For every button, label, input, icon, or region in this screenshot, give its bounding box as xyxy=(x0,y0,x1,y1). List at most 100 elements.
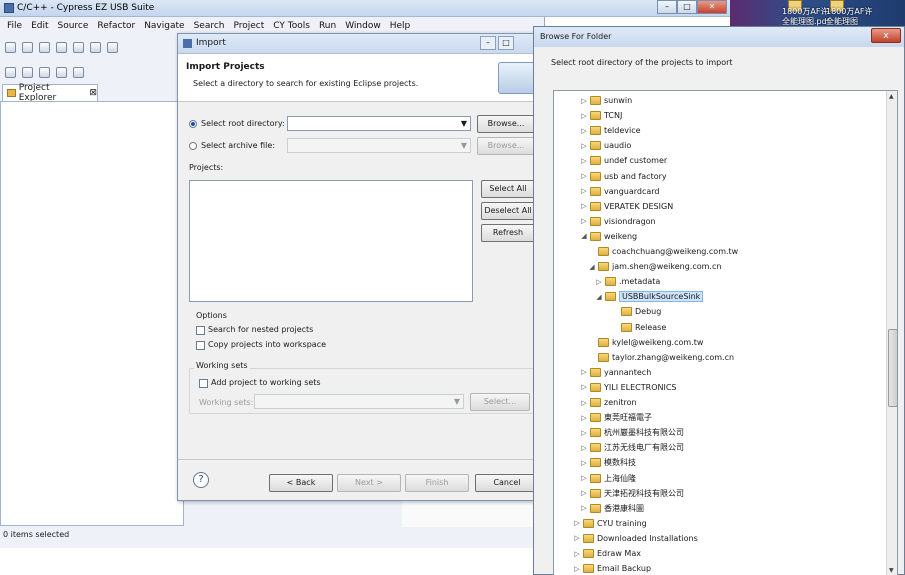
tab-project-explorer[interactable]: Project Explorer ⊠ xyxy=(2,83,98,103)
tree-folder-row[interactable]: ▷ uaudio xyxy=(581,138,631,153)
tree-folder-row[interactable]: Debug xyxy=(612,304,661,319)
root-directory-radio[interactable] xyxy=(189,120,197,128)
menu-cy-tools[interactable]: CY Tools xyxy=(273,21,310,31)
root-directory-combo[interactable]: ▼ xyxy=(287,116,471,131)
browse-archive-button[interactable]: Browse... xyxy=(477,137,535,155)
new-icon[interactable] xyxy=(5,41,16,53)
menu-navigate[interactable]: Navigate xyxy=(144,21,184,31)
menu-file[interactable]: File xyxy=(7,21,22,31)
menu-search[interactable]: Search xyxy=(194,21,225,31)
previous-annotation-icon[interactable] xyxy=(22,66,33,78)
tree-folder-row[interactable]: ▷ CYU training xyxy=(574,516,647,531)
tree-folder-row[interactable]: ▷ TCNJ xyxy=(581,108,622,123)
expand-icon[interactable]: ▷ xyxy=(581,112,587,120)
tree-folder-row[interactable]: ▷ sunwin xyxy=(581,93,632,108)
tree-folder-row[interactable]: ▷ visiondragon xyxy=(581,214,656,229)
expand-icon[interactable]: ▷ xyxy=(581,127,587,135)
select-all-button[interactable]: Select All xyxy=(481,180,535,198)
expand-icon[interactable]: ▷ xyxy=(574,565,580,573)
tree-folder-row[interactable]: kylel@weikeng.com.tw xyxy=(589,335,703,350)
add-to-working-sets-checkbox[interactable] xyxy=(199,379,208,388)
tree-folder-row[interactable]: ▷ undef customer xyxy=(581,153,667,168)
next-button[interactable]: Next > xyxy=(337,474,401,492)
tab-close-icon[interactable]: ⊠ xyxy=(89,88,97,98)
expand-icon[interactable]: ▷ xyxy=(574,519,580,527)
expand-icon[interactable]: ▷ xyxy=(581,157,587,165)
save-all-icon[interactable] xyxy=(39,41,50,53)
tree-folder-row[interactable]: ◢ weikeng xyxy=(581,229,637,244)
browse-close-button[interactable]: x xyxy=(871,28,901,43)
collapse-icon[interactable]: ◢ xyxy=(589,263,595,271)
tree-folder-row[interactable]: ▷ Email Backup xyxy=(574,561,651,575)
back-button[interactable]: < Back xyxy=(269,474,333,492)
finish-button[interactable]: Finish xyxy=(405,474,469,492)
tree-folder-row[interactable]: ▷ Edraw Max xyxy=(574,546,641,561)
tree-folder-row[interactable]: ▷ Downloaded Installations xyxy=(574,531,698,546)
expand-icon[interactable]: ▷ xyxy=(596,278,602,286)
tree-folder-row[interactable]: ▷ 杭州巖墨科技有限公司 xyxy=(581,425,684,440)
menu-run[interactable]: Run xyxy=(319,21,336,31)
folder-tree[interactable]: ▲ ▼ ▷ sunwin ▷ TCNJ ▷ teldevice ▷ uaudio ▷ undef … xyxy=(553,90,898,575)
pin-editor-icon[interactable] xyxy=(73,66,84,78)
expand-icon[interactable]: ▷ xyxy=(574,534,580,542)
tree-folder-row[interactable]: ◢ jam.shen@weikeng.com.cn xyxy=(589,259,721,274)
close-button[interactable]: ✕ xyxy=(697,0,727,14)
tree-folder-row[interactable]: ▷ zenitron xyxy=(581,395,637,410)
tree-folder-row[interactable]: ▷ 江苏无线电厂有限公司 xyxy=(581,440,684,455)
debug-icon[interactable] xyxy=(90,41,101,53)
tree-folder-row[interactable]: ▷ vanguardcard xyxy=(581,184,660,199)
select-working-sets-button[interactable]: Select... xyxy=(470,393,530,411)
expand-icon[interactable]: ▷ xyxy=(581,429,587,437)
project-explorer-tree[interactable] xyxy=(0,101,184,526)
cancel-button[interactable]: Cancel xyxy=(475,474,539,492)
expand-icon[interactable]: ▷ xyxy=(581,474,587,482)
import-maximize-button[interactable]: □ xyxy=(498,36,514,50)
working-sets-combo[interactable]: ▼ xyxy=(254,394,464,409)
collapse-icon[interactable]: ◢ xyxy=(596,293,602,301)
browse-root-button[interactable]: Browse... xyxy=(477,115,535,133)
refresh-button[interactable]: Refresh xyxy=(481,224,535,242)
tree-folder-row[interactable]: ▷ YILI ELECTRONICS xyxy=(581,380,677,395)
scrollbar-thumb[interactable] xyxy=(888,329,897,407)
deselect-all-button[interactable]: Deselect All xyxy=(481,202,535,220)
menu-project[interactable]: Project xyxy=(233,21,264,31)
tree-folder-row[interactable]: ▷ 香港康科圖 xyxy=(581,501,644,516)
expand-icon[interactable]: ▷ xyxy=(581,383,587,391)
scroll-up-icon[interactable]: ▲ xyxy=(889,93,894,100)
tree-folder-row[interactable]: ▷ 上海仙隆 xyxy=(581,471,636,486)
browse-titlebar[interactable]: Browse For Folder x xyxy=(534,27,904,47)
menu-help[interactable]: Help xyxy=(390,21,411,31)
menu-window[interactable]: Window xyxy=(345,21,381,31)
tree-folder-row[interactable]: ▷ 天津拓视科技有限公司 xyxy=(581,486,684,501)
expand-icon[interactable]: ▷ xyxy=(581,142,587,150)
menu-source[interactable]: Source xyxy=(58,21,89,31)
tree-folder-row[interactable]: ▷ 模数科技 xyxy=(581,455,636,470)
expand-icon[interactable]: ▷ xyxy=(574,550,580,558)
expand-icon[interactable]: ▷ xyxy=(581,459,587,467)
print-icon[interactable] xyxy=(56,41,67,53)
tree-folder-row[interactable]: ▷ yannantech xyxy=(581,365,651,380)
tree-folder-row[interactable]: ▷ 東莞旺福電子 xyxy=(581,410,652,425)
expand-icon[interactable]: ▷ xyxy=(581,489,587,497)
tree-folder-row[interactable]: ▷ teldevice xyxy=(581,123,641,138)
copy-projects-checkbox[interactable] xyxy=(196,341,205,350)
tree-folder-row[interactable]: ▷ VERATEK DESIGN xyxy=(581,199,673,214)
eclipse-titlebar[interactable]: C/C++ - Cypress EZ USB Suite – □ ✕ xyxy=(0,0,730,17)
save-icon[interactable] xyxy=(22,41,33,53)
menu-edit[interactable]: Edit xyxy=(31,21,48,31)
tree-folder-row[interactable]: coachchuang@weikeng.com.tw xyxy=(589,244,738,259)
expand-icon[interactable]: ▷ xyxy=(581,504,587,512)
build-icon[interactable] xyxy=(73,41,84,53)
tree-folder-row[interactable]: ▷ .metadata xyxy=(596,274,660,289)
collapse-icon[interactable]: ◢ xyxy=(581,232,587,240)
tree-folder-row[interactable]: taylor.zhang@weikeng.com.cn xyxy=(589,350,734,365)
scroll-down-icon[interactable]: ▼ xyxy=(889,567,894,574)
import-titlebar[interactable]: Import – □ xyxy=(178,34,546,54)
tree-scrollbar[interactable]: ▲ ▼ xyxy=(886,91,897,575)
tree-folder-row[interactable]: Release xyxy=(612,320,666,335)
expand-icon[interactable]: ▷ xyxy=(581,172,587,180)
forward-icon[interactable] xyxy=(56,66,67,78)
expand-icon[interactable]: ▷ xyxy=(581,368,587,376)
expand-icon[interactable]: ▷ xyxy=(581,187,587,195)
archive-file-combo[interactable]: ▼ xyxy=(287,138,471,153)
